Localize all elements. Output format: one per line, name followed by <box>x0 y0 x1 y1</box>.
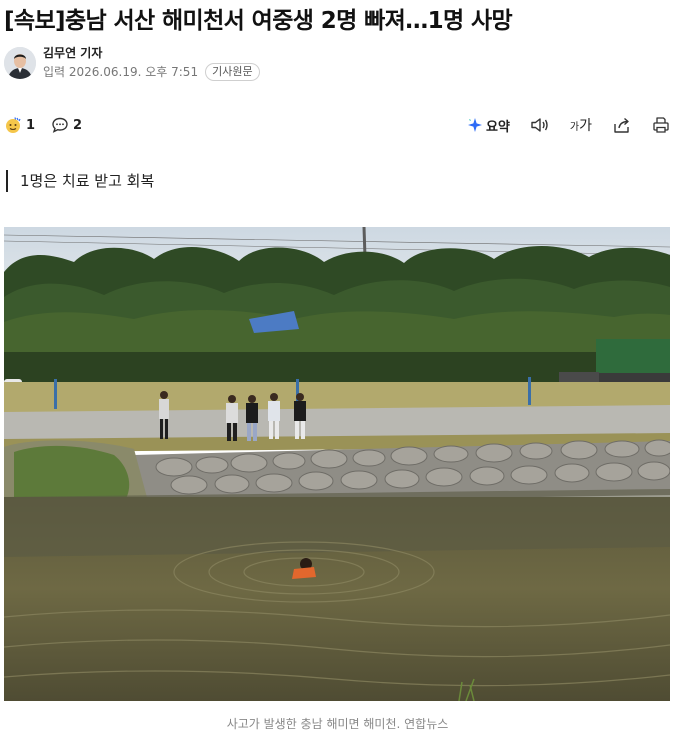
article-subhead: 1명은 치료 받고 회복 <box>6 170 154 192</box>
comment-count: 2 <box>73 117 83 133</box>
author-name[interactable]: 김무연 기자 <box>43 45 260 61</box>
audio-button[interactable] <box>530 116 550 134</box>
article-toolbar: 1 2 요약 가가 <box>4 112 670 138</box>
reaction-count: 1 <box>26 117 36 133</box>
summary-label: 요약 <box>485 119 510 135</box>
author-avatar[interactable] <box>4 47 36 79</box>
summary-button[interactable]: 요약 <box>467 116 510 135</box>
share-button[interactable] <box>612 116 632 134</box>
share-icon <box>614 117 629 133</box>
comment-button[interactable]: 2 <box>51 116 82 134</box>
reaction-button[interactable]: 1 <box>4 116 35 134</box>
print-button[interactable] <box>652 116 670 134</box>
speaker-icon <box>531 118 548 132</box>
print-icon <box>653 117 669 133</box>
publish-date: 입력 2026.06.19. 오후 7:51 <box>43 65 199 79</box>
original-article-button[interactable]: 기사원문 <box>205 63 260 81</box>
article-page: [속보]충남 서산 해미천서 여중생 2명 빠져…1명 사망 김무연 기자 입력… <box>0 0 675 740</box>
article-headline: [속보]충남 서산 해미천서 여중생 2명 빠져…1명 사망 <box>4 8 513 34</box>
font-size-icon: 가가 <box>569 118 592 134</box>
font-size-button[interactable]: 가가 <box>570 115 592 135</box>
byline: 김무연 기자 입력 2026.06.19. 오후 7:51 기사원문 <box>4 45 260 81</box>
reaction-emoji-icon <box>6 117 21 133</box>
photo-caption: 사고가 발생한 충남 해미면 해미천. 연합뉴스 <box>226 717 449 731</box>
summary-sparkle-icon <box>467 118 482 132</box>
article-photo <box>4 227 670 701</box>
speech-bubble-icon <box>52 117 68 133</box>
